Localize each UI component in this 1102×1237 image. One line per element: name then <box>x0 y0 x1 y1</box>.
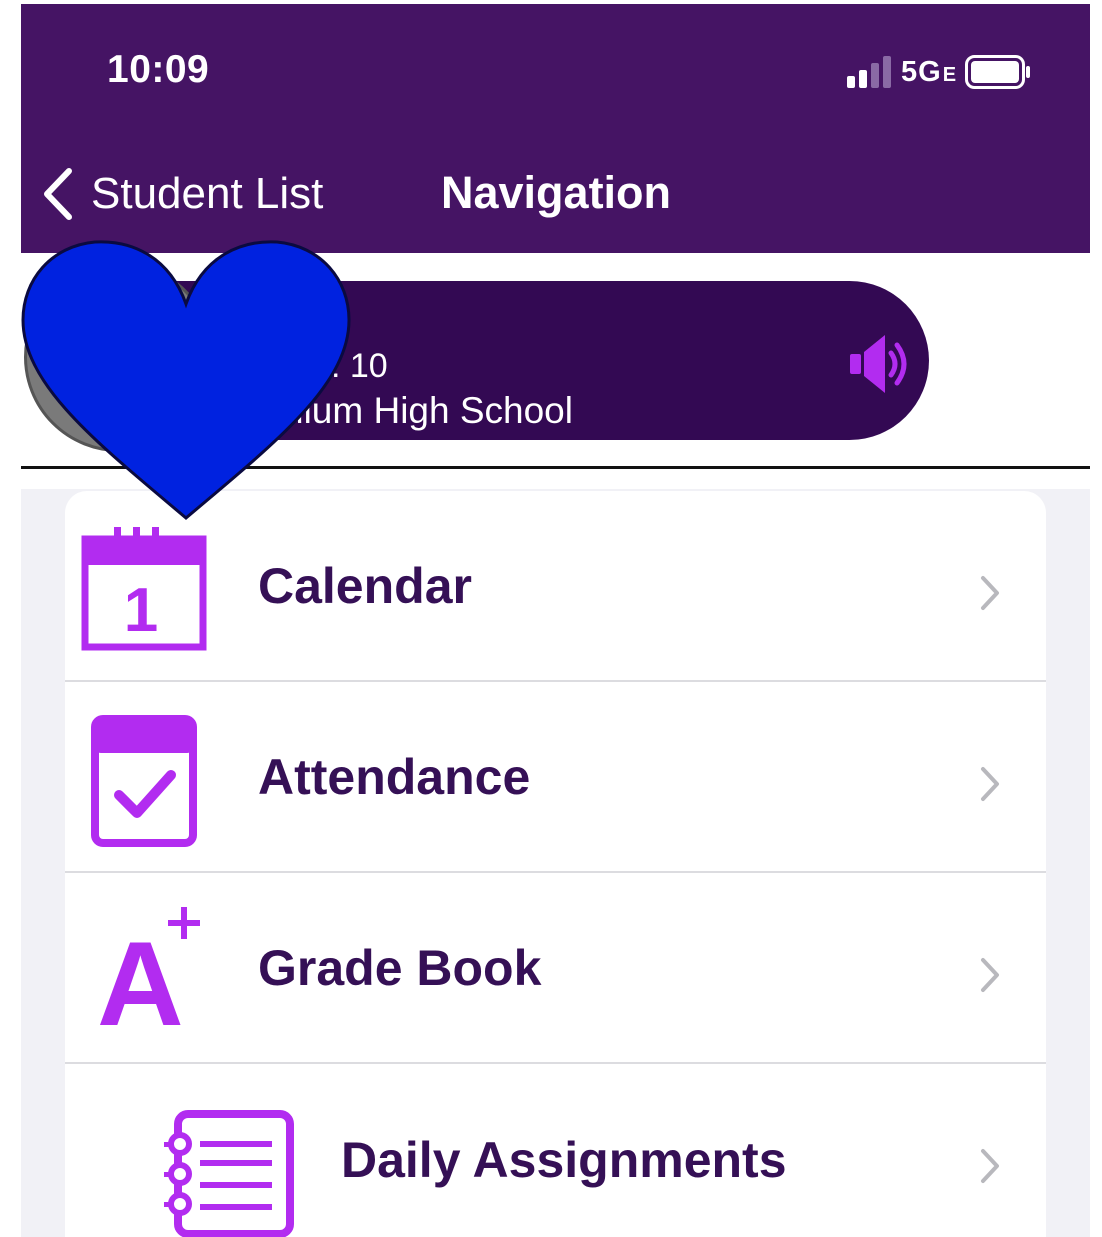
menu-item-grade-book[interactable]: A Grade Book <box>65 873 1046 1064</box>
menu-item-label: Grade Book <box>258 940 542 996</box>
chevron-left-icon <box>44 168 72 220</box>
notebook-list-icon <box>164 1110 294 1237</box>
status-indicators: 5GE <box>847 52 1031 92</box>
cellular-signal-icon <box>847 56 891 88</box>
heart-sticker-icon <box>21 240 351 520</box>
menu-item-label: Daily Assignments <box>341 1132 787 1188</box>
page-title: Navigation <box>441 167 672 218</box>
speaker-icon[interactable] <box>847 329 917 399</box>
chevron-right-icon <box>981 767 999 801</box>
menu-item-daily-assignments[interactable]: Daily Assignments <box>65 1064 1046 1237</box>
chevron-right-icon <box>981 1149 999 1183</box>
back-label: Student List <box>91 169 324 218</box>
calendar-icon-day: 1 <box>124 576 158 645</box>
menu-item-label: Calendar <box>258 558 472 614</box>
battery-icon <box>965 55 1031 89</box>
app-screen: 10:09 5GE Student List Navigation: 10 d… <box>21 4 1090 1237</box>
status-time: 10:09 <box>107 48 210 91</box>
attendance-check-icon <box>91 715 197 847</box>
header-bar: 10:09 5GE Student List Navigation <box>21 4 1090 253</box>
network-type: 5GE <box>901 55 958 88</box>
back-button[interactable]: Student List <box>43 164 323 224</box>
calendar-icon: 1 <box>81 527 207 651</box>
chevron-right-icon <box>981 958 999 992</box>
menu-list: 1 Calendar Attendance A Grade Book Daily… <box>65 491 1046 1237</box>
grade-icon-letter: A <box>97 917 184 1029</box>
menu-item-attendance[interactable]: Attendance <box>65 682 1046 873</box>
grade-a-plus-icon: A <box>97 907 200 1029</box>
menu-item-label: Attendance <box>258 749 531 805</box>
chevron-right-icon <box>981 576 999 610</box>
